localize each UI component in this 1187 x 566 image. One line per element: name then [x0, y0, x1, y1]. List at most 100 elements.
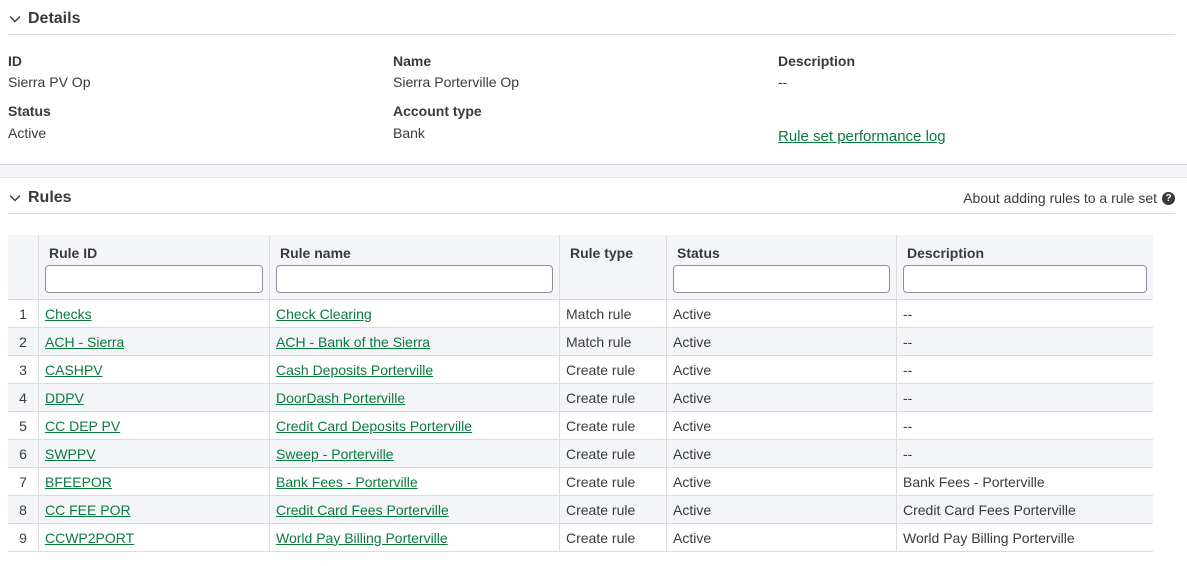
rule-id-cell: DDPV	[38, 383, 270, 412]
rule-name-link[interactable]: Credit Card Fees Porterville	[276, 502, 449, 518]
details-title: Details	[28, 10, 81, 27]
table-row[interactable]: 6 SWPPV Sweep - Porterville Create rule Acti…	[8, 439, 1153, 468]
rule-id-cell: CCWP2PORT	[38, 523, 270, 552]
description-cell: --	[896, 439, 1153, 468]
rule-id-cell: CC FEE POR	[38, 495, 270, 524]
table-row[interactable]: 8 CC FEE POR Credit Card Fees Porterville C…	[8, 495, 1153, 524]
status-cell: Active	[666, 523, 897, 552]
rule-type-cell: Create rule	[559, 439, 667, 468]
rule-name-cell: Check Clearing	[269, 299, 560, 328]
description-cell: Credit Card Fees Porterville	[896, 495, 1153, 524]
status-cell: Active	[666, 439, 897, 468]
help-circle-icon[interactable]: ?	[1162, 191, 1175, 205]
rule-id-header: Rule ID	[38, 235, 270, 300]
rule-id-cell: CASHPV	[38, 355, 270, 384]
rule-id-link[interactable]: CC DEP PV	[45, 418, 120, 434]
row-number: 4	[8, 383, 39, 412]
table-row[interactable]: 4 DDPV DoorDash Porterville Create rule Acti…	[8, 383, 1153, 412]
rule-name-link[interactable]: ACH - Bank of the Sierra	[276, 334, 430, 350]
row-number-header	[8, 235, 39, 300]
rule-id-cell: Checks	[38, 299, 270, 328]
rule-type-cell: Create rule	[559, 495, 667, 524]
rule-name-cell: World Pay Billing Porterville	[269, 523, 560, 552]
rule-type-cell: Create rule	[559, 411, 667, 440]
description-filter-input[interactable]	[903, 265, 1147, 293]
rules-table-body: 1 Checks Check Clearing Match rule Active -- 2…	[8, 299, 1153, 552]
name-value: Sierra Porterville Op	[393, 74, 520, 90]
rule-name-link[interactable]: Check Clearing	[276, 306, 372, 322]
rule-name-cell: Cash Deposits Porterville	[269, 355, 560, 384]
rule-type-cell: Create rule	[559, 523, 667, 552]
rule-name-link[interactable]: DoorDash Porterville	[276, 390, 405, 406]
details-section-header[interactable]: Details	[8, 4, 1175, 35]
table-row[interactable]: 9 CCWP2PORT World Pay Billing Porterville C…	[8, 523, 1153, 552]
rule-id-link[interactable]: CC FEE POR	[45, 502, 131, 518]
rule-name-header: Rule name	[269, 235, 560, 300]
row-number: 5	[8, 411, 39, 440]
rules-table: Rule ID Rule name Rule type Status Descr…	[8, 235, 1153, 552]
rules-title: Rules	[28, 189, 72, 206]
description-label: Description	[778, 53, 856, 69]
rule-name-cell: Credit Card Deposits Porterville	[269, 411, 560, 440]
rule-name-cell: Bank Fees - Porterville	[269, 467, 560, 496]
rule-id-cell: ACH - Sierra	[38, 327, 270, 356]
rule-type-cell: Create rule	[559, 467, 667, 496]
status-filter-input[interactable]	[673, 265, 890, 293]
chevron-down-icon[interactable]	[8, 12, 22, 26]
rule-id-link[interactable]: CCWP2PORT	[45, 530, 134, 546]
rule-name-link[interactable]: Sweep - Porterville	[276, 446, 394, 462]
table-row[interactable]: 3 CASHPV Cash Deposits Porterville Create r…	[8, 355, 1153, 384]
rule-name-column-label: Rule name	[280, 245, 351, 261]
id-label: ID	[8, 53, 22, 69]
rule-name-link[interactable]: Credit Card Deposits Porterville	[276, 418, 472, 434]
about-adding-rules-label: About adding rules to a rule set	[963, 190, 1157, 206]
rule-id-link[interactable]: BFEEPOR	[45, 474, 112, 490]
rule-name-cell: ACH - Bank of the Sierra	[269, 327, 560, 356]
rule-id-filter-input[interactable]	[45, 265, 263, 293]
status-header: Status	[666, 235, 897, 300]
rule-type-header: Rule type	[559, 235, 667, 300]
description-cell: Bank Fees - Porterville	[896, 467, 1153, 496]
row-number: 3	[8, 355, 39, 384]
status-cell: Active	[666, 495, 897, 524]
table-row[interactable]: 1 Checks Check Clearing Match rule Active --	[8, 299, 1153, 328]
rule-name-cell: DoorDash Porterville	[269, 383, 560, 412]
rule-id-link[interactable]: CASHPV	[45, 362, 103, 378]
description-cell: --	[896, 299, 1153, 328]
table-row[interactable]: 7 BFEEPOR Bank Fees - Porterville Create ru…	[8, 467, 1153, 496]
status-cell: Active	[666, 327, 897, 356]
row-number: 1	[8, 299, 39, 328]
row-number: 9	[8, 523, 39, 552]
rule-id-cell: CC DEP PV	[38, 411, 270, 440]
row-number: 8	[8, 495, 39, 524]
rule-name-link[interactable]: World Pay Billing Porterville	[276, 530, 448, 546]
status-value: Active	[8, 125, 47, 141]
rule-name-filter-input[interactable]	[276, 265, 553, 293]
rule-id-link[interactable]: DDPV	[45, 390, 84, 406]
table-row[interactable]: 5 CC DEP PV Credit Card Deposits Portervil…	[8, 411, 1153, 440]
rule-id-link[interactable]: Checks	[45, 306, 92, 322]
row-number: 2	[8, 327, 39, 356]
id-value: Sierra PV Op	[8, 74, 91, 90]
rule-set-performance-log-link[interactable]: Rule set performance log	[778, 128, 946, 145]
row-number: 6	[8, 439, 39, 468]
about-adding-rules-link[interactable]: About adding rules to a rule set ?	[963, 190, 1175, 206]
description-value: --	[778, 74, 788, 90]
rule-name-link[interactable]: Cash Deposits Porterville	[276, 362, 433, 378]
status-cell: Active	[666, 411, 897, 440]
rule-id-cell: SWPPV	[38, 439, 270, 468]
rule-id-link[interactable]: SWPPV	[45, 446, 96, 462]
chevron-down-icon[interactable]	[8, 191, 22, 205]
description-cell: --	[896, 355, 1153, 384]
description-cell: --	[896, 411, 1153, 440]
rule-name-cell: Credit Card Fees Porterville	[269, 495, 560, 524]
status-cell: Active	[666, 383, 897, 412]
table-row[interactable]: 2 ACH - Sierra ACH - Bank of the Sierra Mat…	[8, 327, 1153, 356]
rule-id-cell: BFEEPOR	[38, 467, 270, 496]
rule-type-cell: Create rule	[559, 355, 667, 384]
rule-id-link[interactable]: ACH - Sierra	[45, 334, 124, 350]
status-cell: Active	[666, 467, 897, 496]
rule-type-cell: Match rule	[559, 299, 667, 328]
status-column-label: Status	[677, 245, 720, 261]
rule-name-link[interactable]: Bank Fees - Porterville	[276, 474, 418, 490]
